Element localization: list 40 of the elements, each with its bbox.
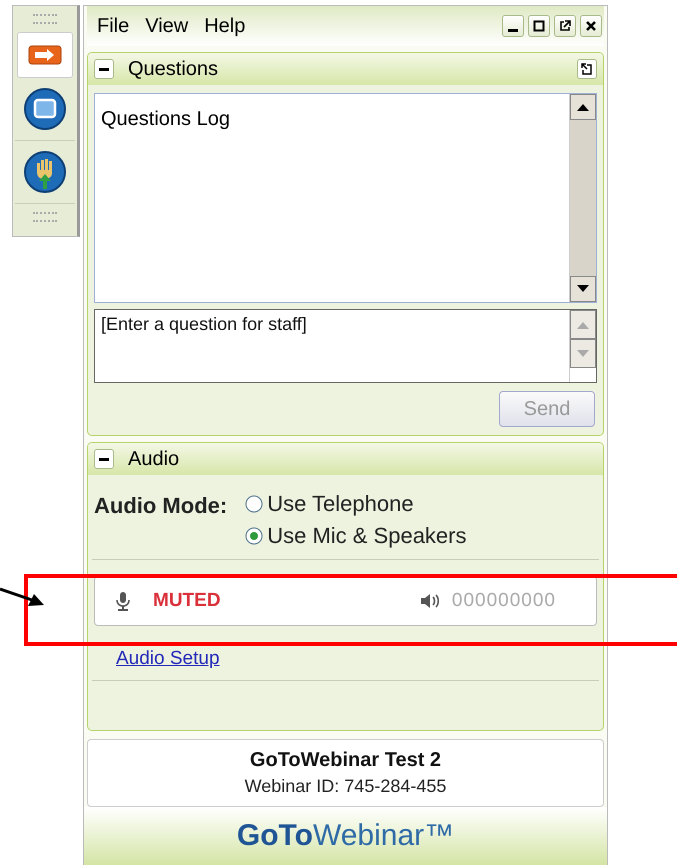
menu-item[interactable]: View (145, 14, 188, 38)
up-arrow-icon (577, 320, 589, 328)
maximize-icon (533, 20, 545, 32)
speaker-level-reading: 000000000 (452, 590, 556, 612)
close-icon (585, 20, 597, 32)
down-arrow-icon (577, 350, 589, 358)
popout-button[interactable] (554, 15, 576, 37)
audio-setup-link[interactable]: Audio Setup (116, 648, 220, 670)
collapse-button[interactable] (94, 449, 114, 469)
webinar-id: Webinar ID: 745-284-455 (244, 776, 446, 797)
scroll-up-button[interactable] (570, 94, 596, 120)
grip-handle[interactable] (33, 14, 57, 24)
popout-icon (559, 20, 571, 32)
hand-icon (23, 150, 67, 194)
webinar-title: GoToWebinar Test 2 (250, 749, 442, 772)
radio-option[interactable]: Use Telephone (245, 491, 466, 517)
panel-title: Questions (128, 58, 218, 80)
undock-button[interactable] (577, 59, 597, 79)
audio-mode-label: Audio Mode: (94, 492, 228, 520)
scroll-down-button[interactable] (570, 276, 596, 302)
close-button[interactable] (580, 15, 602, 37)
minimize-icon (508, 28, 518, 32)
log-title: Questions Log (101, 108, 230, 130)
menu-item[interactable]: File (97, 14, 130, 38)
speaker-icon (420, 592, 440, 610)
grip-handle[interactable] (33, 212, 57, 222)
undock-icon (581, 63, 593, 75)
up-arrow-icon (577, 103, 589, 111)
microphone-icon (115, 591, 131, 611)
logo: GoToWebinar™ (236, 819, 454, 853)
radio-option[interactable]: Use Mic & Speakers (245, 523, 466, 549)
panel-title: Audio (128, 448, 180, 470)
maximize-button[interactable] (528, 15, 550, 37)
mic-status: MUTED (153, 590, 221, 612)
screen-icon (23, 87, 67, 131)
minimize-button[interactable] (502, 15, 524, 37)
down-arrow-icon (577, 285, 589, 293)
collapse-button[interactable] (94, 59, 114, 79)
arrow-toggle-button[interactable] (17, 32, 73, 78)
menu-item[interactable]: Help (204, 14, 246, 38)
